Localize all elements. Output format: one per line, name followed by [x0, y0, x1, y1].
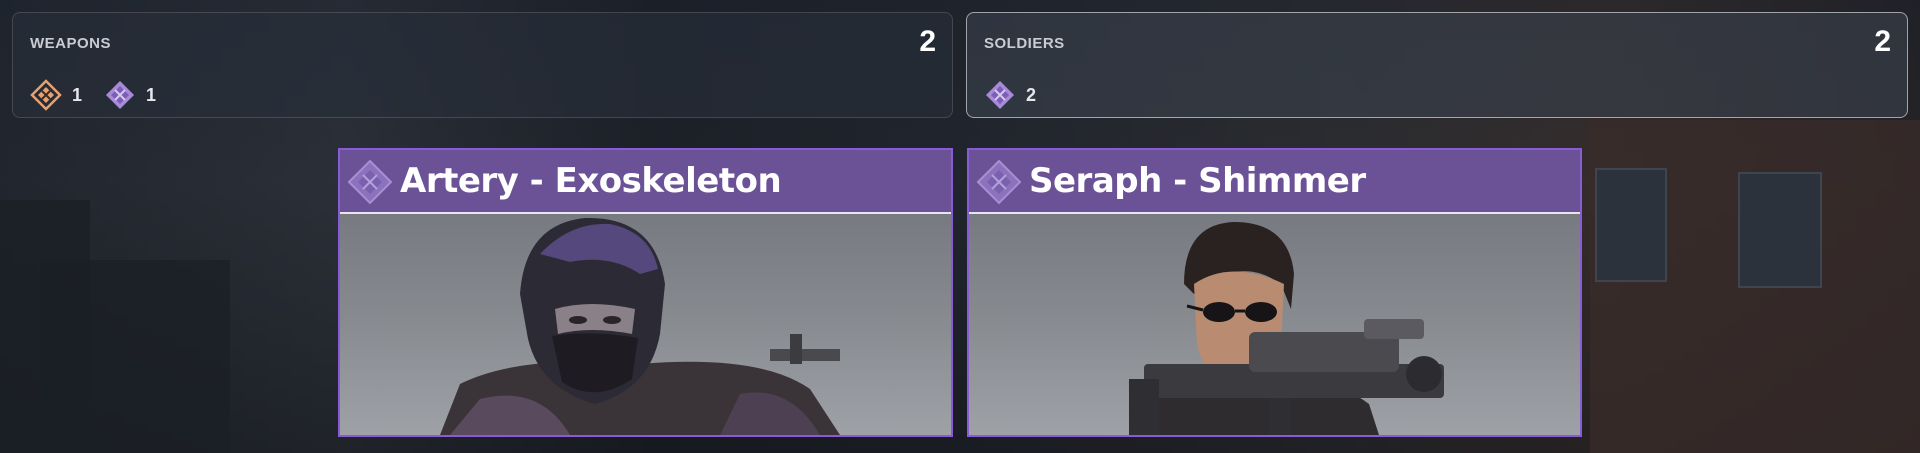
soldier-card-seraph[interactable]: Seraph - Shimmer: [967, 148, 1582, 437]
soldiers-summary-panel[interactable]: SOLDIERS 2 2: [966, 12, 1908, 118]
card-header: Seraph - Shimmer: [969, 150, 1580, 214]
rarity-legendary: 1: [30, 79, 82, 111]
background-building: [40, 260, 230, 453]
soldiers-label: SOLDIERS: [984, 35, 1065, 52]
soldier-portrait: [969, 214, 1580, 435]
soldiers-count: 2: [1874, 25, 1891, 58]
epic-rarity-icon: [976, 159, 1022, 205]
rarity-epic: 1: [104, 79, 156, 111]
weapons-summary-panel[interactable]: WEAPONS 2 1 1: [12, 12, 953, 118]
card-title: Seraph - Shimmer: [1029, 161, 1366, 201]
weapons-count: 2: [919, 25, 936, 58]
legendary-count: 1: [72, 84, 83, 105]
weapons-label: WEAPONS: [30, 35, 112, 52]
epic-count: 2: [1026, 84, 1037, 105]
armored-soldier-image: [440, 217, 840, 435]
sunglasses-soldier-image: [1129, 222, 1444, 435]
epic-count: 1: [146, 84, 157, 105]
epic-gem-icon: [986, 81, 1014, 109]
card-header: Artery - Exoskeleton: [340, 150, 951, 214]
soldiers-rarity-breakdown: 2: [984, 79, 1036, 111]
epic-gem-icon: [106, 81, 135, 109]
weapons-rarity-breakdown: 1 1: [30, 79, 156, 111]
background-window: [1595, 168, 1667, 282]
epic-rarity-icon: [347, 159, 393, 205]
rarity-epic: 2: [984, 79, 1036, 111]
soldier-portrait: [340, 214, 951, 435]
card-title: Artery - Exoskeleton: [400, 161, 782, 201]
legendary-gem-icon: [30, 79, 62, 111]
soldier-card-artery[interactable]: Artery - Exoskeleton: [338, 148, 953, 437]
background-window: [1738, 172, 1822, 288]
